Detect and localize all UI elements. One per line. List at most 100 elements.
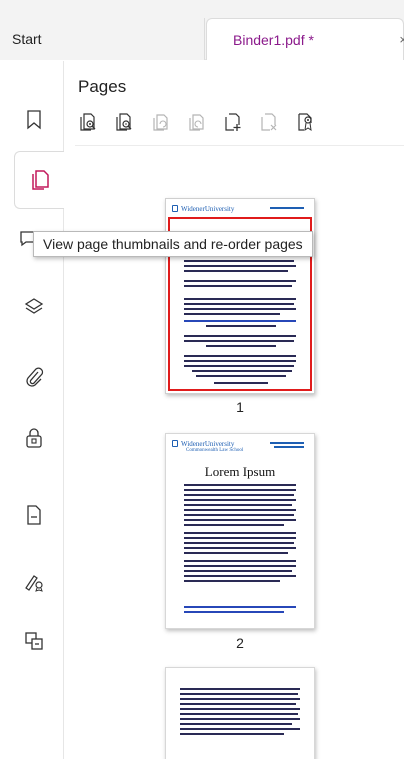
signature-icon (25, 575, 43, 592)
rail-page-button[interactable] (14, 495, 54, 535)
text-line (184, 509, 296, 511)
zoom-in-thumbnail-icon (80, 113, 96, 131)
page-number-1: 1 (236, 399, 244, 415)
thumbnail-title: Lorem Ipsum (204, 464, 276, 479)
text-line (184, 570, 292, 572)
text-line (184, 532, 296, 534)
text-line (180, 698, 300, 700)
rotate-left-icon (153, 114, 168, 131)
header-rule (274, 446, 304, 448)
rail-attachments-button[interactable] (14, 357, 54, 397)
text-line (184, 270, 288, 272)
text-line (184, 335, 296, 337)
header-rule (270, 442, 304, 444)
page-thumbnail-1[interactable]: WidenerUniversity (165, 198, 315, 394)
text-line (180, 723, 292, 725)
pages-panel: Pages WidenerUniversity 1 WidenerUnivers… (65, 61, 404, 759)
rail-compare-button[interactable] (14, 621, 54, 661)
text-line (184, 308, 296, 310)
text-line (184, 552, 288, 554)
close-tab-icon[interactable]: × (399, 32, 404, 47)
text-line (192, 370, 292, 372)
text-line (184, 313, 280, 315)
bookmark-icon (27, 110, 41, 130)
insert-page-icon (225, 113, 241, 131)
page-thumbnail-3[interactable] (165, 667, 315, 759)
rotate-right-button[interactable] (185, 110, 209, 134)
lock-icon (26, 428, 42, 448)
text-line (184, 484, 296, 486)
header-rule (270, 207, 304, 209)
text-line (184, 504, 292, 506)
page-number-2: 2 (236, 635, 244, 651)
text-line (184, 537, 296, 539)
text-line (180, 703, 296, 705)
page-thumbnails-icon (31, 170, 49, 190)
text-line (180, 693, 298, 695)
text-line (180, 688, 300, 690)
text-line (184, 360, 296, 362)
rotate-right-icon (189, 114, 204, 131)
rail-security-button[interactable] (14, 418, 54, 458)
text-line (184, 494, 294, 496)
text-line (184, 560, 296, 562)
text-line (184, 340, 294, 342)
tab-binder1[interactable]: Binder1.pdf * × (206, 18, 404, 60)
layers-icon (24, 298, 44, 314)
text-line (184, 303, 294, 305)
text-line (184, 575, 296, 577)
rail-bookmarks-button[interactable] (14, 99, 54, 139)
text-line (184, 489, 296, 491)
zoom-out-thumbnails-button[interactable] (113, 110, 137, 134)
rotate-left-button[interactable] (149, 110, 173, 134)
thumbnail-header: WidenerUniversity (181, 205, 235, 213)
page-icon (27, 505, 41, 525)
insert-page-button[interactable] (221, 110, 245, 134)
thumbnail-tooltip: View page thumbnails and re-order pages (33, 231, 313, 257)
rail-signature-button[interactable] (14, 561, 54, 601)
text-line (184, 365, 294, 367)
tab-strip: Start Binder1.pdf * × (0, 0, 404, 60)
text-line (184, 265, 296, 267)
text-line (184, 514, 294, 516)
text-line (206, 325, 276, 327)
pages-toolbar (77, 109, 317, 135)
link-line (184, 320, 296, 322)
delete-page-button[interactable] (257, 110, 281, 134)
zoom-in-thumbnails-button[interactable] (77, 110, 101, 134)
text-line (184, 519, 296, 521)
text-line (184, 355, 296, 357)
rail-layers-button[interactable] (14, 287, 54, 327)
text-line (184, 542, 294, 544)
thumbnail-header-sub: Commonwealth Law School (186, 448, 244, 453)
text-line (184, 260, 294, 262)
text-line (184, 280, 296, 282)
text-line (214, 382, 268, 384)
app-root: Start Binder1.pdf * × Pages WidenerUnive… (0, 0, 404, 759)
link-line (184, 606, 296, 608)
page-thumbnail-2[interactable]: WidenerUniversity Commonwealth Law Schoo… (165, 433, 315, 629)
text-line (184, 565, 296, 567)
text-line (180, 708, 300, 710)
university-logo-icon (172, 440, 178, 447)
rail-page-thumbnails-button[interactable] (14, 151, 64, 209)
link-line (184, 611, 284, 613)
tab-start[interactable]: Start (0, 18, 205, 60)
toolbar-divider (75, 145, 404, 146)
page-properties-icon (298, 113, 312, 132)
text-line (184, 298, 296, 300)
text-line (184, 580, 280, 582)
text-line (184, 524, 284, 526)
attachment-icon (26, 367, 44, 387)
tab-start-label: Start (12, 31, 42, 47)
page-properties-button[interactable] (293, 110, 317, 134)
text-line (184, 285, 292, 287)
delete-page-icon (261, 113, 277, 131)
thumbnail-header: WidenerUniversity (181, 440, 235, 448)
panel-title: Pages (78, 77, 127, 96)
text-line (206, 345, 276, 347)
text-line (196, 375, 286, 377)
tab-binder1-label: Binder1.pdf * (233, 31, 314, 48)
text-line (180, 713, 298, 715)
text-line (180, 718, 300, 720)
